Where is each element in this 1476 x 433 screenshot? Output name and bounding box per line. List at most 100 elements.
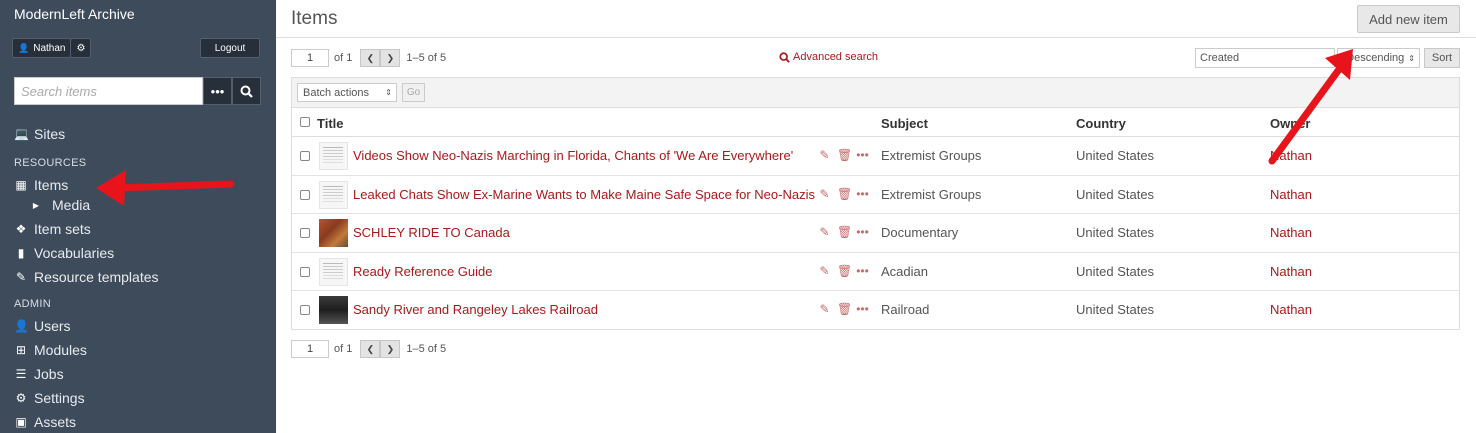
item-title-link[interactable]: Leaked Chats Show Ex-Marine Wants to Mak… [353,187,815,202]
item-thumbnail[interactable] [319,180,348,209]
sidebar-item-resource-templates[interactable]: ✎ Resource templates [14,267,264,287]
batch-go-button[interactable]: Go [402,83,425,102]
table-header: Title Subject Country Owner [292,108,1459,137]
column-header-subject[interactable]: Subject [881,116,928,131]
sort-by-select[interactable]: Created [1195,48,1335,68]
user-settings-button[interactable]: ⚙ [71,38,92,58]
items-table: Batch actions ⇕ Go Title Subject Country… [291,77,1460,330]
item-subject: Documentary [881,225,959,241]
trash-icon[interactable]: 🗑 [837,225,852,239]
sort-button[interactable]: Sort [1424,48,1460,68]
row-checkbox[interactable] [300,266,310,277]
table-row: SCHLEY RIDE TO Canada ✎ 🗑 ••• Documentar… [292,214,1459,253]
item-thumbnail[interactable] [319,257,348,286]
item-country: United States [1076,225,1155,241]
sidebar-item-settings[interactable]: ⚙ Settings [14,388,264,408]
sidebar-item-items[interactable]: ▦ Items [14,175,264,195]
search-submit-button[interactable] [232,77,261,105]
pagination-top: 1 of 1 ❮ ❯ 1–5 of 5 [291,49,446,67]
select-arrows-icon: ⇕ [1408,53,1415,63]
pencil-icon[interactable]: ✎ [818,148,831,162]
main-content: Items Add new item 1 of 1 ❮ ❯ 1–5 of 5 A… [276,0,1476,433]
row-actions: ✎ 🗑 ••• [818,264,869,278]
prev-page-button[interactable]: ❮ [360,49,381,67]
ellipsis-icon[interactable]: ••• [856,225,869,239]
sidebar-item-users[interactable]: 👤 Users [14,316,264,336]
chevron-left-icon: ❮ [366,52,375,63]
pencil-icon[interactable]: ✎ [818,302,831,316]
sidebar-item-vocabularies[interactable]: ▮ Vocabularies [14,243,264,263]
edit-square-icon: ✎ [15,270,27,284]
search-options-button[interactable]: ••• [203,77,232,105]
ellipsis-icon: ••• [210,83,225,99]
row-actions: ✎ 🗑 ••• [818,187,869,201]
sidebar-item-modules[interactable]: ⊞ Modules [14,340,264,360]
laptop-icon: 💻 [14,127,29,141]
item-thumbnail[interactable] [319,142,348,170]
row-checkbox[interactable] [300,151,310,161]
header-divider [276,37,1476,38]
table-row: Videos Show Neo-Nazis Marching in Florid… [292,137,1459,176]
image-icon: ▣ [15,415,27,429]
trash-icon[interactable]: 🗑 [837,302,852,316]
item-country: United States [1076,148,1155,163]
item-title-link[interactable]: Sandy River and Rangeley Lakes Railroad [353,302,598,317]
row-checkbox[interactable] [300,305,310,316]
sidebar-item-assets[interactable]: ▣ Assets [14,412,264,432]
page-input[interactable]: 1 [291,340,329,358]
sidebar-item-jobs[interactable]: ☰ Jobs [14,364,264,384]
column-header-country[interactable]: Country [1076,116,1126,131]
pencil-icon[interactable]: ✎ [818,187,831,201]
item-owner-link[interactable]: Nathan [1270,264,1312,279]
cogs-icon: ⚙ [15,391,27,405]
item-thumbnail[interactable] [319,219,348,248]
trash-icon[interactable]: 🗑 [837,187,852,201]
item-owner-link[interactable]: Nathan [1270,302,1312,317]
item-owner-link[interactable]: Nathan [1270,187,1312,202]
item-title-link[interactable]: Videos Show Neo-Nazis Marching in Florid… [353,148,793,163]
row-checkbox[interactable] [300,189,310,200]
search-icon [240,85,253,98]
item-thumbnail[interactable] [319,296,348,325]
item-country: United States [1076,302,1155,318]
user-button[interactable]: 👤 Nathan [12,38,72,58]
add-new-item-button[interactable]: Add new item [1357,5,1460,33]
pencil-icon[interactable]: ✎ [818,225,831,239]
pencil-icon[interactable]: ✎ [818,264,831,278]
column-header-owner[interactable]: Owner [1270,116,1310,131]
search-input[interactable] [14,77,203,105]
item-title-link[interactable]: Ready Reference Guide [353,264,492,279]
ellipsis-icon[interactable]: ••• [856,187,869,201]
item-title-link[interactable]: SCHLEY RIDE TO Canada [353,225,510,240]
sidebar-item-media[interactable]: ▶ Media [14,195,264,215]
plus-square-icon: ⊞ [15,343,27,357]
site-title[interactable]: ModernLeft Archive [14,6,135,22]
row-actions: ✎ 🗑 ••• [818,302,869,316]
ellipsis-icon[interactable]: ••• [856,302,869,316]
row-checkbox[interactable] [300,228,310,239]
batch-actions-select[interactable]: Batch actions ⇕ [297,83,397,102]
sort-order-select[interactable]: Descending ⇕ [1337,48,1420,68]
table-row: Leaked Chats Show Ex-Marine Wants to Mak… [292,176,1459,215]
ellipsis-icon[interactable]: ••• [856,264,869,278]
table-row: Sandy River and Rangeley Lakes Railroad … [292,291,1459,330]
column-header-title[interactable]: Title [317,116,344,131]
page-input[interactable]: 1 [291,49,329,67]
search-icon [779,51,790,63]
select-all-checkbox[interactable] [300,117,310,127]
search-bar: ••• [14,77,261,105]
item-owner-link[interactable]: Nathan [1270,148,1312,163]
next-page-button[interactable]: ❯ [380,340,401,358]
sidebar-item-item-sets[interactable]: ❖ Item sets [14,219,264,239]
trash-icon[interactable]: 🗑 [837,148,852,162]
logout-button[interactable]: Logout [200,38,260,58]
prev-page-button[interactable]: ❮ [360,340,381,358]
item-owner-link[interactable]: Nathan [1270,225,1312,240]
cubes-icon: ❖ [15,222,27,236]
ellipsis-icon[interactable]: ••• [856,148,869,162]
advanced-search-link[interactable]: Advanced search [779,51,878,63]
select-arrows-icon: ⇕ [385,88,392,97]
next-page-button[interactable]: ❯ [380,49,401,67]
sidebar-item-sites[interactable]: 💻 Sites [14,124,264,144]
trash-icon[interactable]: 🗑 [837,264,852,278]
